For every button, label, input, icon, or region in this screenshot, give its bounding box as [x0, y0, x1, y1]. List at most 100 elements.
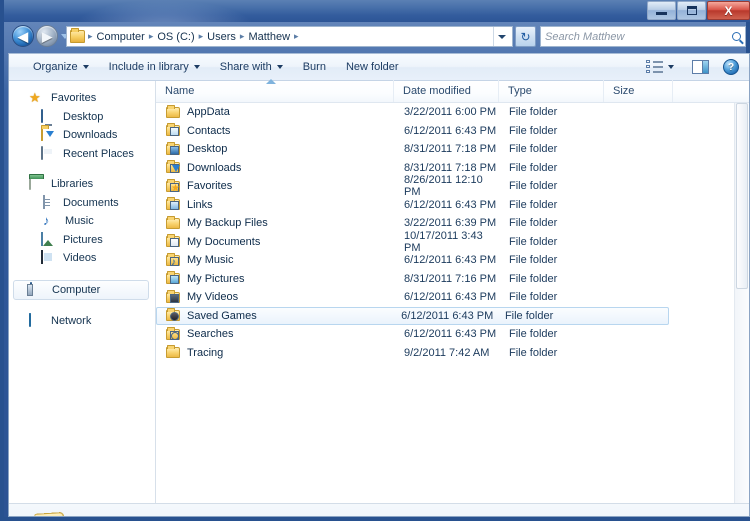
cell-type: File folder — [509, 217, 558, 230]
column-label-date-modified: Date modified — [403, 85, 471, 97]
scrollbar-thumb[interactable] — [736, 103, 748, 289]
title-bar-glow — [74, 0, 254, 22]
cell-date-modified: 8/31/2011 7:18 PM — [404, 143, 497, 156]
file-name: My Videos — [187, 291, 239, 304]
video-icon — [41, 250, 57, 265]
body-split: ★ Favorites Desktop Downloads Recent Pla… — [9, 79, 749, 503]
cell-date-modified: 8/31/2011 7:16 PM — [404, 272, 497, 285]
music-folder-icon: ♪ — [166, 252, 181, 267]
sidebar-item-libraries[interactable]: Libraries — [9, 175, 155, 194]
table-row[interactable]: Contacts 6/12/2011 6:43 PM File folder — [156, 122, 749, 141]
file-rows-container: AppData 3/22/2011 6:00 PM File folder Conta… — [156, 103, 749, 362]
refresh-button[interactable]: ↻ — [515, 26, 536, 47]
address-dropdown-button[interactable] — [493, 27, 510, 46]
back-button[interactable]: ◀ — [12, 25, 34, 47]
search-icon[interactable] — [732, 32, 741, 41]
downloads-folder-icon — [41, 127, 57, 142]
table-row[interactable]: Saved Games 6/12/2011 6:43 PM File folder — [156, 306, 669, 325]
cell-date-modified: 8/31/2011 7:18 PM — [404, 161, 497, 174]
sidebar-label-recent-places: Recent Places — [63, 147, 134, 160]
documents-folder-icon — [166, 234, 181, 248]
table-row[interactable]: ★ Favorites 8/26/2011 12:10 PM File folder — [156, 174, 749, 198]
title-bar[interactable]: X — [4, 0, 750, 22]
cell-name: My Backup Files — [157, 215, 395, 230]
column-header-date-modified[interactable]: Date modified — [394, 80, 499, 102]
burn-button[interactable]: Burn — [293, 56, 336, 78]
new-folder-button[interactable]: New folder — [336, 56, 409, 78]
table-row[interactable]: My Videos 6/12/2011 6:43 PM File folder — [156, 288, 749, 307]
network-icon — [29, 312, 45, 328]
client-area: Organize Include in library Share with B… — [8, 53, 750, 517]
view-options-chevron-down-icon[interactable] — [668, 65, 674, 69]
breadcrumb-users[interactable]: Users — [204, 30, 239, 44]
include-in-library-button[interactable]: Include in library — [99, 56, 210, 78]
breadcrumb-matthew[interactable]: Matthew — [245, 30, 293, 44]
table-row[interactable]: Tracing 9/2/2011 7:42 AM File folder — [156, 344, 749, 363]
table-row[interactable]: Desktop 8/31/2011 7:18 PM File folder — [156, 140, 749, 159]
file-name: My Pictures — [187, 272, 245, 285]
column-header-size[interactable]: Size — [604, 80, 673, 102]
organize-button[interactable]: Organize — [23, 56, 99, 78]
libraries-icon — [29, 176, 45, 191]
breadcrumb-os-c[interactable]: OS (C:) — [154, 30, 197, 44]
burn-label: Burn — [302, 61, 326, 73]
cell-date-modified: 10/17/2011 3:43 PM — [404, 229, 483, 254]
file-list[interactable]: AppData 3/22/2011 6:00 PM File folder Conta… — [156, 103, 749, 503]
table-row[interactable]: My Pictures 8/31/2011 7:16 PM File folder — [156, 270, 749, 289]
sidebar-item-music[interactable]: ♪ Music — [9, 212, 155, 231]
minimize-button[interactable] — [647, 1, 676, 20]
sidebar-item-recent-places[interactable]: Recent Places — [9, 145, 155, 164]
preview-pane-icon[interactable] — [692, 60, 709, 74]
column-label-size: Size — [613, 85, 635, 97]
music-note-icon: ♪ — [43, 213, 50, 229]
forward-button[interactable]: ▶ — [36, 25, 58, 47]
cell-type: File folder — [509, 291, 558, 304]
table-row[interactable]: Links 6/12/2011 6:43 PM File folder — [156, 196, 749, 215]
table-row[interactable]: Searches 6/12/2011 6:43 PM File folder — [156, 325, 749, 344]
search-input[interactable] — [545, 30, 729, 43]
chevron-down-icon — [82, 65, 89, 69]
downloads-folder-icon — [166, 160, 181, 174]
file-name: My Documents — [187, 235, 261, 248]
cell-type: File folder — [509, 328, 558, 341]
address-folder-icon — [70, 28, 85, 43]
breadcrumb-separator[interactable]: ▸ — [293, 32, 300, 41]
breadcrumb-computer[interactable]: Computer — [94, 30, 148, 44]
sidebar-item-desktop[interactable]: Desktop — [9, 108, 155, 127]
sidebar-item-favorites[interactable]: ★ Favorites — [9, 89, 155, 108]
close-button[interactable]: X — [707, 1, 750, 20]
vertical-scrollbar[interactable] — [734, 103, 749, 503]
share-with-label: Share with — [219, 61, 272, 73]
table-row[interactable]: ♪ My Music 6/12/2011 6:43 PM File folder — [156, 251, 749, 270]
table-row[interactable]: My Documents 10/17/2011 3:43 PM File folde… — [156, 229, 749, 254]
search-box[interactable] — [540, 26, 746, 47]
file-name: My Music — [187, 254, 234, 267]
share-with-button[interactable]: Share with — [210, 56, 293, 78]
window-controls: X — [647, 1, 750, 21]
table-row[interactable]: AppData 3/22/2011 6:00 PM File folder — [156, 103, 749, 122]
cell-date-modified: 6/12/2011 6:43 PM — [404, 328, 497, 341]
address-bar[interactable]: ▸ Computer ▸ OS (C:) ▸ Users ▸ Matthew ▸ — [66, 26, 513, 47]
star-icon: ★ — [29, 90, 41, 106]
sidebar-item-network[interactable]: Network — [9, 312, 155, 331]
help-icon[interactable]: ? — [723, 59, 739, 75]
cell-name: Searches — [157, 326, 395, 341]
searches-folder-icon — [166, 326, 181, 341]
sidebar-item-downloads[interactable]: Downloads — [9, 126, 155, 145]
change-view-icon[interactable] — [646, 60, 664, 74]
sidebar-item-computer[interactable]: Computer — [13, 279, 149, 300]
contacts-folder-icon — [166, 123, 181, 137]
sidebar-item-documents[interactable]: Documents — [9, 194, 155, 213]
column-header-type[interactable]: Type — [499, 80, 604, 102]
maximize-button[interactable] — [677, 1, 706, 20]
sidebar-item-videos[interactable]: Videos — [9, 249, 155, 268]
folder-icon — [166, 215, 181, 230]
file-name: Desktop — [187, 143, 228, 156]
file-name: Tracing — [187, 346, 224, 359]
include-in-library-label: Include in library — [108, 61, 189, 73]
sidebar-label-desktop: Desktop — [63, 110, 104, 123]
column-header-name[interactable]: Name — [156, 79, 394, 102]
cell-name: Contacts — [157, 123, 395, 137]
sidebar-label-music: Music — [65, 215, 94, 228]
sidebar-item-pictures[interactable]: Pictures — [9, 231, 155, 250]
